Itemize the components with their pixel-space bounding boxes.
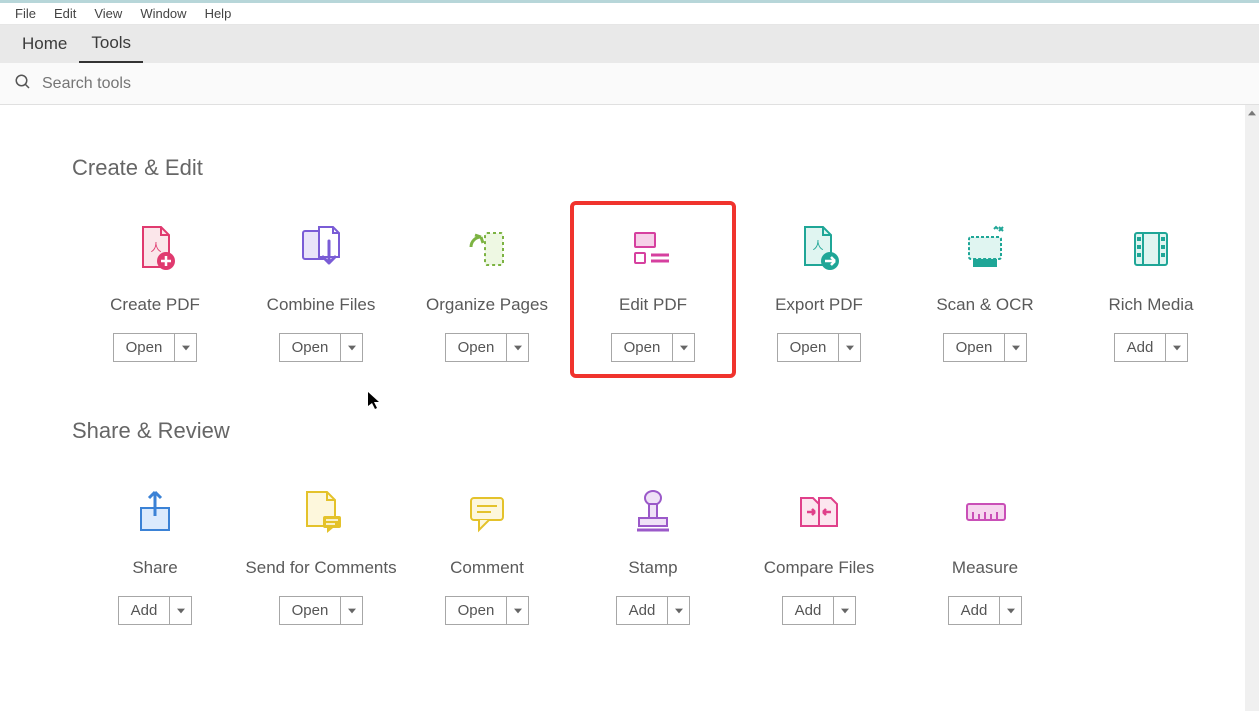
dropdown-button[interactable]: [169, 597, 191, 624]
compare-files-icon: [791, 484, 847, 540]
section-share-review-title: Share & Review: [72, 418, 1245, 444]
button-group: Open: [279, 596, 364, 625]
tool-stamp[interactable]: Stamp Add: [570, 474, 736, 635]
tool-label: Comment: [450, 558, 524, 578]
tools-content: Create & Edit 人 Create PDF Open: [0, 105, 1245, 711]
tool-measure[interactable]: Measure Add: [902, 474, 1068, 635]
button-group: Add: [616, 596, 691, 625]
button-group: Add: [948, 596, 1023, 625]
svg-text:人: 人: [151, 241, 162, 254]
button-group: Open: [279, 333, 364, 362]
open-button[interactable]: Open: [446, 334, 507, 361]
send-comments-icon: [293, 484, 349, 540]
dropdown-button[interactable]: [999, 597, 1021, 624]
button-group: Open: [611, 333, 696, 362]
button-group: Open: [777, 333, 862, 362]
measure-icon: [957, 484, 1013, 540]
dropdown-button[interactable]: [506, 334, 528, 361]
searchbar: [0, 63, 1259, 105]
tool-export-pdf[interactable]: 人 Export PDF Open: [736, 211, 902, 378]
tool-label: Scan & OCR: [936, 295, 1033, 315]
tool-label: Export PDF: [775, 295, 863, 315]
tool-edit-pdf[interactable]: Edit PDF Open: [570, 201, 736, 378]
button-group: Open: [445, 596, 530, 625]
search-icon: [14, 73, 32, 94]
tool-label: Edit PDF: [619, 295, 687, 315]
menu-window[interactable]: Window: [131, 4, 195, 23]
tool-share[interactable]: Share Add: [72, 474, 238, 635]
add-button[interactable]: Add: [949, 597, 1000, 624]
tool-send-for-comments[interactable]: Send for Comments Open: [238, 474, 404, 635]
scroll-up-button[interactable]: [1245, 105, 1259, 121]
tool-rich-media[interactable]: Rich Media Add: [1068, 211, 1234, 378]
open-button[interactable]: Open: [944, 334, 1005, 361]
menubar: File Edit View Window Help: [0, 0, 1259, 25]
create-pdf-icon: 人: [127, 221, 183, 277]
tool-create-pdf[interactable]: 人 Create PDF Open: [72, 211, 238, 378]
button-group: Add: [782, 596, 857, 625]
tool-label: Rich Media: [1108, 295, 1193, 315]
dropdown-button[interactable]: [174, 334, 196, 361]
scan-ocr-icon: [957, 221, 1013, 277]
tool-label: Combine Files: [267, 295, 376, 315]
tab-home[interactable]: Home: [10, 25, 79, 63]
tabbar: Home Tools: [0, 25, 1259, 63]
organize-pages-icon: [459, 221, 515, 277]
search-input[interactable]: [42, 75, 342, 93]
button-group: Open: [943, 333, 1028, 362]
combine-files-icon: [293, 221, 349, 277]
scrollbar[interactable]: [1245, 105, 1259, 711]
open-button[interactable]: Open: [612, 334, 673, 361]
open-button[interactable]: Open: [446, 597, 507, 624]
add-button[interactable]: Add: [119, 597, 170, 624]
menu-file[interactable]: File: [6, 4, 45, 23]
tool-label: Compare Files: [764, 558, 875, 578]
tool-comment[interactable]: Comment Open: [404, 474, 570, 635]
button-group: Open: [445, 333, 530, 362]
share-icon: [127, 484, 183, 540]
button-group: Add: [118, 596, 193, 625]
row-share-review: Share Add Send for Comments Open: [72, 474, 1245, 635]
tool-label: Organize Pages: [426, 295, 548, 315]
dropdown-button[interactable]: [667, 597, 689, 624]
tool-compare-files[interactable]: Compare Files Add: [736, 474, 902, 635]
menu-edit[interactable]: Edit: [45, 4, 85, 23]
open-button[interactable]: Open: [280, 597, 341, 624]
rich-media-icon: [1123, 221, 1179, 277]
svg-text:人: 人: [813, 239, 824, 252]
dropdown-button[interactable]: [833, 597, 855, 624]
tool-combine-files[interactable]: Combine Files Open: [238, 211, 404, 378]
dropdown-button[interactable]: [340, 334, 362, 361]
add-button[interactable]: Add: [1115, 334, 1166, 361]
row-create-edit: 人 Create PDF Open Combine F: [72, 211, 1245, 378]
tool-label: Share: [132, 558, 177, 578]
button-group: Add: [1114, 333, 1189, 362]
tool-label: Stamp: [628, 558, 677, 578]
open-button[interactable]: Open: [280, 334, 341, 361]
stamp-icon: [625, 484, 681, 540]
menu-help[interactable]: Help: [196, 4, 241, 23]
add-button[interactable]: Add: [783, 597, 834, 624]
dropdown-button[interactable]: [672, 334, 694, 361]
dropdown-button[interactable]: [1165, 334, 1187, 361]
tguool-label: Send for Comments: [245, 558, 396, 578]
section-create-edit-title: Create & Edit: [72, 155, 1245, 181]
tab-tools[interactable]: Tools: [79, 25, 143, 63]
comment-icon: [459, 484, 515, 540]
add-button[interactable]: Add: [617, 597, 668, 624]
dropdown-button[interactable]: [506, 597, 528, 624]
tool-label: Create PDF: [110, 295, 200, 315]
dropdown-button[interactable]: [1004, 334, 1026, 361]
edit-pdf-icon: [625, 221, 681, 277]
menu-view[interactable]: View: [85, 4, 131, 23]
open-button[interactable]: Open: [114, 334, 175, 361]
tool-label: Measure: [952, 558, 1018, 578]
tool-scan-ocr[interactable]: Scan & OCR Open: [902, 211, 1068, 378]
open-button[interactable]: Open: [778, 334, 839, 361]
export-pdf-icon: 人: [791, 221, 847, 277]
tool-organize-pages[interactable]: Organize Pages Open: [404, 211, 570, 378]
dropdown-button[interactable]: [340, 597, 362, 624]
button-group: Open: [113, 333, 198, 362]
dropdown-button[interactable]: [838, 334, 860, 361]
